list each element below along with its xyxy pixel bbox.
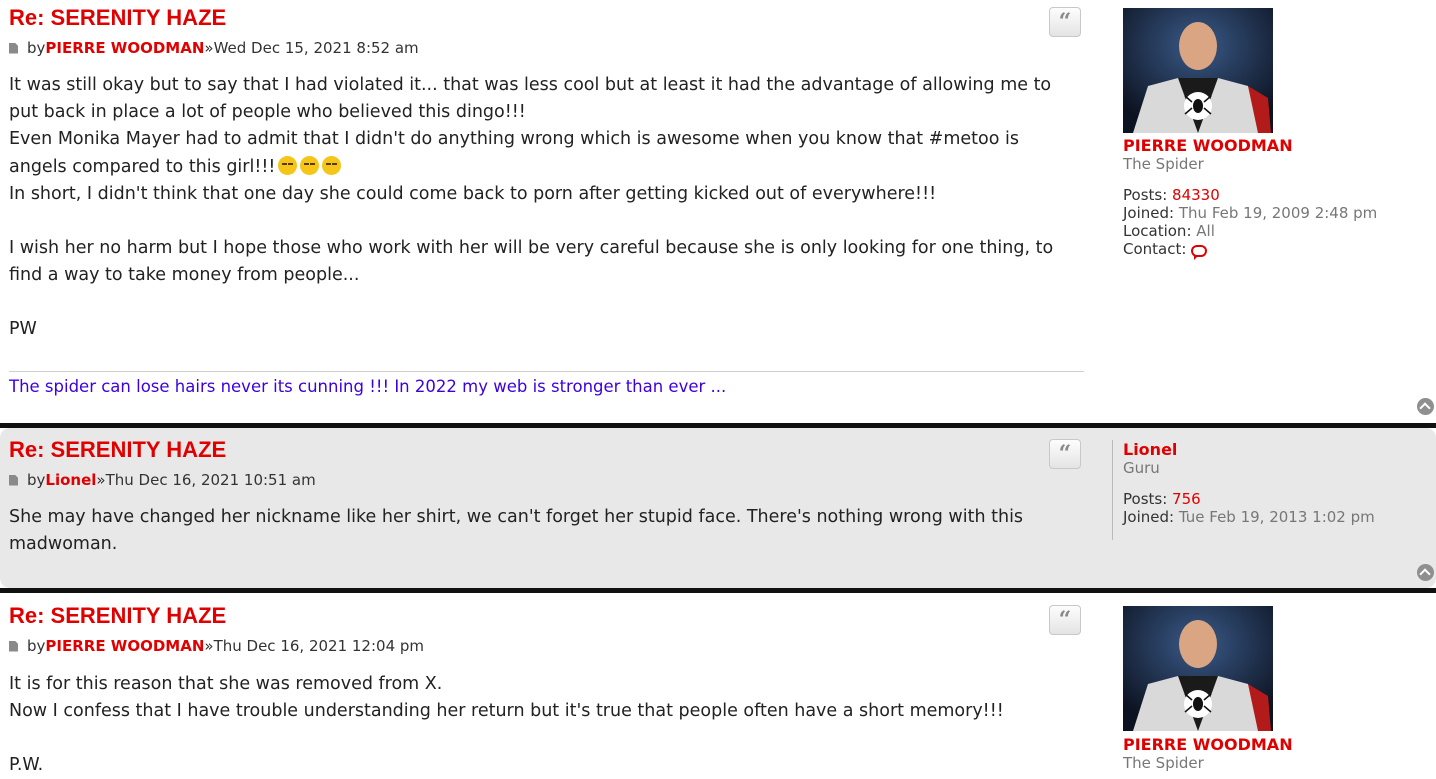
post-text-line: I wish her no harm but I hope those who … — [9, 238, 1054, 285]
post-text-line: In short, I didn't think that one day sh… — [9, 184, 937, 204]
post-document-icon[interactable] — [9, 474, 18, 486]
profile-username[interactable]: Lionel — [1123, 440, 1423, 459]
quote-icon: “ — [1058, 9, 1072, 35]
meta-separator: » — [204, 39, 214, 57]
profile-contact: Contact: — [1123, 240, 1423, 260]
laughing-crying-emoji-icon — [322, 156, 342, 175]
laughing-crying-emoji-icon — [300, 156, 320, 175]
post-profile: PIERRE WOODMAN The Spider Posts: 84330 J… — [1123, 136, 1423, 260]
avatar[interactable] — [1123, 8, 1273, 133]
profile-posts-link[interactable]: 84330 — [1172, 186, 1220, 204]
profile-rank: The Spider — [1123, 754, 1204, 772]
post-content: She may have changed her nickname like h… — [9, 504, 1039, 558]
back-to-top-icon[interactable] — [1417, 398, 1434, 415]
profile-joined: Joined: Thu Feb 19, 2009 2:48 pm — [1123, 204, 1378, 222]
post-text-line: It was still okay but to say that I had … — [9, 75, 1052, 122]
post-title[interactable]: Re: SERENITY HAZE — [9, 603, 226, 629]
post-text-line: She may have changed her nickname like h… — [9, 507, 1024, 554]
by-label: by — [27, 637, 46, 655]
post-date: Thu Dec 16, 2021 10:51 am — [105, 471, 316, 489]
post-meta: by Lionel » Thu Dec 16, 2021 10:51 am — [9, 471, 316, 489]
meta-separator: » — [204, 637, 214, 655]
post-author-link[interactable]: PIERRE WOODMAN — [45, 637, 204, 655]
signature-divider — [9, 371, 1084, 372]
avatar[interactable] — [1123, 606, 1273, 731]
post-content: It is for this reason that she was remov… — [9, 671, 1079, 779]
by-label: by — [27, 39, 46, 57]
post-text-line: P.W. — [9, 755, 44, 775]
profile-divider — [1112, 440, 1113, 540]
post-document-icon[interactable] — [9, 640, 18, 652]
post-title[interactable]: Re: SERENITY HAZE — [9, 5, 226, 31]
post-meta: by PIERRE WOODMAN » Thu Dec 16, 2021 12:… — [9, 637, 424, 655]
profile-posts: Posts: 84330 — [1123, 186, 1220, 204]
back-to-top-icon[interactable] — [1417, 564, 1434, 581]
signature: The spider can lose hairs never its cunn… — [9, 377, 727, 396]
post-author-link[interactable]: Lionel — [45, 471, 96, 489]
quote-icon: “ — [1058, 607, 1072, 633]
post-meta: by PIERRE WOODMAN » Wed Dec 15, 2021 8:5… — [9, 39, 419, 57]
quote-icon: “ — [1058, 441, 1072, 467]
post: Re: SERENITY HAZE by Lionel » Thu Dec 16… — [0, 428, 1436, 588]
meta-separator: » — [96, 471, 106, 489]
post-author-link[interactable]: PIERRE WOODMAN — [45, 39, 204, 57]
post: Re: SERENITY HAZE by PIERRE WOODMAN » Th… — [0, 593, 1436, 775]
post-content: It was still okay but to say that I had … — [9, 72, 1079, 343]
laughing-crying-emoji-icon — [278, 156, 298, 175]
post-document-icon[interactable] — [9, 42, 18, 54]
post-date: Wed Dec 15, 2021 8:52 am — [213, 39, 419, 57]
profile-rank: The Spider — [1123, 155, 1204, 173]
profile-joined: Joined: Tue Feb 19, 2013 1:02 pm — [1123, 508, 1375, 526]
profile-username[interactable]: PIERRE WOODMAN — [1123, 136, 1423, 155]
profile-rank: Guru — [1123, 459, 1160, 477]
post-text-line: Now I confess that I have trouble unders… — [9, 701, 1004, 721]
quote-button[interactable]: “ — [1049, 605, 1081, 635]
post-profile: Lionel Guru Posts: 756 Joined: Tue Feb 1… — [1123, 440, 1423, 526]
profile-username[interactable]: PIERRE WOODMAN — [1123, 735, 1423, 754]
post-text-line: Even Monika Mayer had to admit that I di… — [9, 129, 1019, 177]
post-profile: PIERRE WOODMAN The Spider — [1123, 735, 1423, 772]
post-text-line: It is for this reason that she was remov… — [9, 674, 443, 694]
quote-button[interactable]: “ — [1049, 7, 1081, 37]
post-title[interactable]: Re: SERENITY HAZE — [9, 437, 226, 463]
post: Re: SERENITY HAZE by PIERRE WOODMAN » We… — [0, 0, 1436, 423]
chat-bubble-icon[interactable] — [1191, 245, 1208, 260]
quote-button[interactable]: “ — [1049, 439, 1081, 469]
profile-posts-link[interactable]: 756 — [1172, 490, 1201, 508]
by-label: by — [27, 471, 46, 489]
post-date: Thu Dec 16, 2021 12:04 pm — [213, 637, 425, 655]
profile-posts: Posts: 756 — [1123, 490, 1201, 508]
post-text-line: PW — [9, 319, 37, 339]
profile-location: Location: All — [1123, 222, 1215, 240]
